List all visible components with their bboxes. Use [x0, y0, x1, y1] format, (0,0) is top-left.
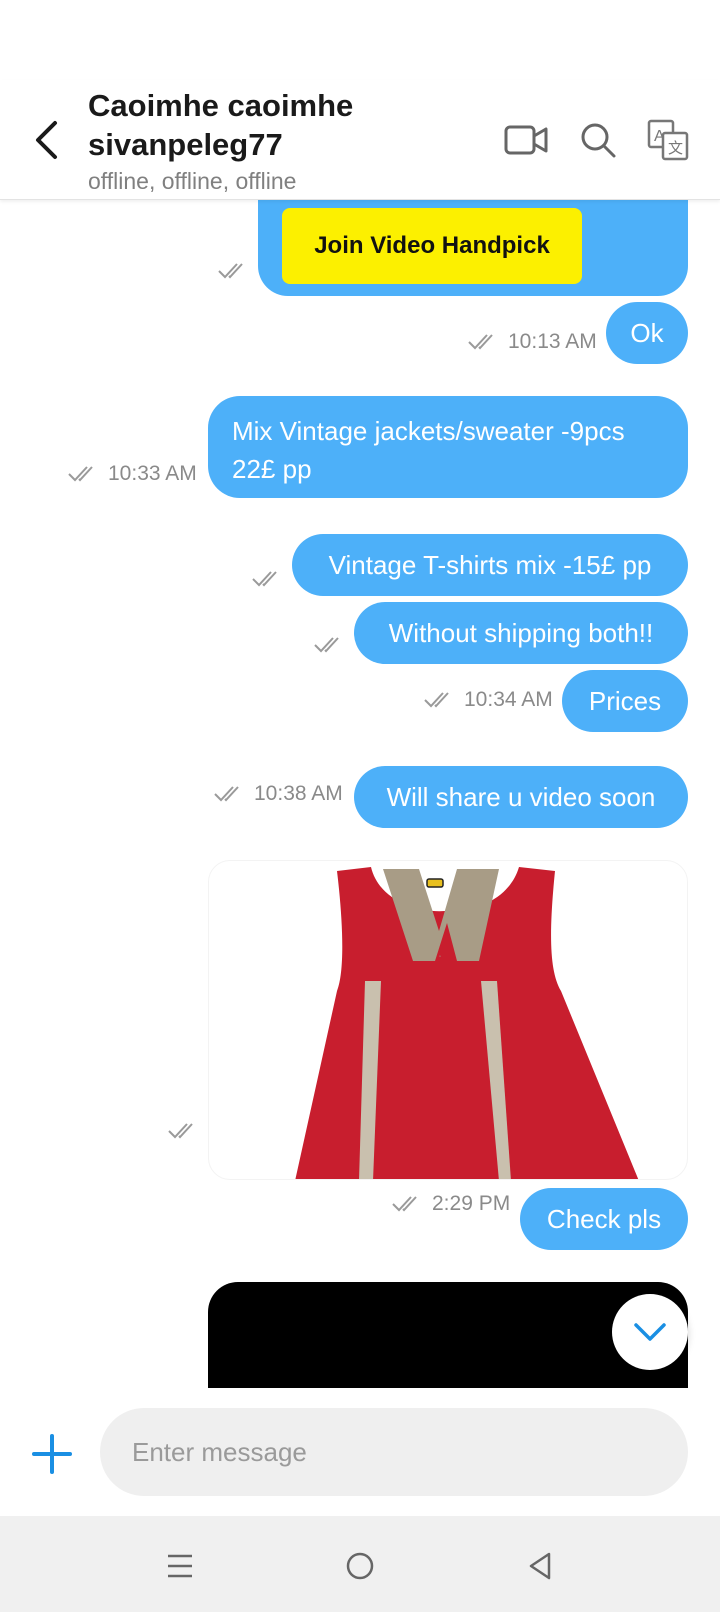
contact-name: Caoimhe caoimhe	[88, 88, 354, 123]
message-time: 10:34 AM	[464, 688, 553, 711]
message-composer	[0, 1388, 720, 1516]
back-nav-button[interactable]	[516, 1542, 564, 1590]
message-status	[218, 262, 258, 280]
double-check-icon	[314, 637, 339, 653]
search-button[interactable]	[574, 118, 622, 162]
message-status	[168, 1122, 208, 1140]
double-check-icon	[468, 334, 493, 350]
message-time: 10:13 AM	[508, 330, 597, 353]
message-status	[252, 570, 292, 588]
message-time: 10:38 AM	[254, 782, 343, 805]
attach-button[interactable]	[28, 1430, 76, 1478]
svg-text:文: 文	[668, 139, 683, 157]
home-circle-icon	[346, 1552, 374, 1580]
message-bubble-tshirts[interactable]: Vintage T-shirts mix -15£ pp	[292, 534, 688, 596]
message-list[interactable]: Join Video Handpick Ok 10:13 AM Mix Vint…	[0, 200, 720, 1388]
plus-icon	[32, 1434, 72, 1474]
message-time: 2:29 PM	[432, 1192, 511, 1215]
double-check-icon	[424, 692, 449, 708]
translate-icon: A 文	[647, 119, 689, 161]
back-button[interactable]	[26, 118, 66, 162]
double-check-icon	[392, 1196, 417, 1212]
message-text: 22£ pp	[232, 454, 312, 484]
message-text: Mix Vintage jackets/sweater -9pcs	[232, 416, 625, 446]
message-input[interactable]	[100, 1408, 688, 1496]
status-bar	[0, 0, 720, 80]
message-meta: 2:29 PM	[392, 1192, 510, 1216]
video-call-icon	[504, 125, 548, 155]
contact-status: offline, offline, offline	[88, 168, 297, 194]
home-button[interactable]	[336, 1542, 384, 1590]
message-bubble-ok[interactable]: Ok	[606, 302, 688, 364]
message-meta: 10:13 AM	[468, 330, 597, 354]
message-status	[314, 636, 354, 654]
translate-button[interactable]: A 文	[644, 118, 692, 162]
chat-header: Caoimhe caoimhe sivanpeleg77 offline, of…	[0, 80, 720, 200]
double-check-icon	[68, 466, 93, 482]
dress-letter: W	[439, 956, 441, 958]
double-check-icon	[218, 263, 243, 279]
red-dress-image: W	[295, 867, 639, 1179]
join-video-handpick-button[interactable]: Join Video Handpick	[282, 208, 582, 284]
double-check-icon	[214, 786, 239, 802]
menu-icon	[168, 1554, 192, 1578]
search-icon	[581, 123, 616, 158]
contact-info[interactable]: Caoimhe caoimhe sivanpeleg77 offline, of…	[88, 86, 488, 196]
message-meta: 10:34 AM	[424, 688, 553, 712]
message-bubble-shipping[interactable]: Without shipping both!!	[354, 602, 688, 664]
message-meta: 10:33 AM	[68, 462, 197, 486]
double-check-icon	[168, 1123, 193, 1139]
message-bubble-share[interactable]: Will share u video soon	[354, 766, 688, 828]
message-time: 10:33 AM	[108, 462, 197, 485]
system-nav-bar	[0, 1516, 720, 1612]
message-bubble-prices[interactable]: Prices	[562, 670, 688, 732]
message-bubble-check[interactable]: Check pls	[520, 1188, 688, 1250]
contact-username: sivanpeleg77	[88, 127, 283, 162]
back-triangle-icon	[529, 1552, 551, 1580]
scroll-to-bottom-button[interactable]	[612, 1294, 688, 1370]
double-check-icon	[252, 571, 277, 587]
back-arrow-icon	[36, 121, 57, 159]
recent-apps-button[interactable]	[156, 1542, 204, 1590]
message-meta: 10:38 AM	[214, 782, 343, 806]
image-message[interactable]: W	[208, 860, 688, 1180]
chevron-down-icon	[634, 1323, 666, 1341]
video-call-button[interactable]	[502, 118, 550, 162]
message-bubble-mix[interactable]: Mix Vintage jackets/sweater -9pcs 22£ pp	[208, 396, 688, 498]
